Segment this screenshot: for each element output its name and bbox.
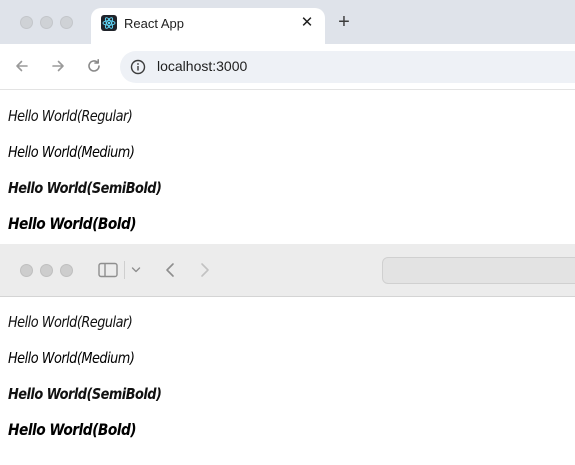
reload-icon bbox=[88, 59, 100, 72]
url-text: localhost:3000 bbox=[157, 58, 248, 74]
reload-button[interactable] bbox=[84, 56, 104, 76]
chevron-left-icon bbox=[166, 263, 174, 277]
minimize-window-button[interactable] bbox=[40, 16, 53, 29]
hello-world-medium: Hello World(Medium) bbox=[8, 143, 135, 161]
hello-world-bold: Hello World(Bold) bbox=[8, 214, 137, 233]
sidebar-icon bbox=[98, 262, 118, 278]
close-tab-button[interactable]: ✕ bbox=[298, 14, 316, 32]
back-button[interactable] bbox=[160, 260, 180, 280]
hello-world-medium: Hello World(Medium) bbox=[8, 349, 135, 367]
close-window-button[interactable] bbox=[20, 264, 33, 277]
address-bar[interactable] bbox=[382, 257, 575, 284]
address-bar[interactable]: localhost:3000 bbox=[120, 51, 575, 83]
chrome-page-content: Hello World(Regular) Hello World(Medium)… bbox=[0, 91, 575, 244]
chevron-right-icon bbox=[201, 263, 209, 277]
zoom-window-button[interactable] bbox=[60, 16, 73, 29]
hello-world-regular: Hello World(Regular) bbox=[8, 107, 133, 125]
hello-world-regular: Hello World(Regular) bbox=[8, 313, 133, 331]
tab-title: React App bbox=[124, 16, 184, 31]
chrome-window: React App ✕ + localhost:3000 Hello World… bbox=[0, 0, 575, 244]
sidebar-menu-button[interactable] bbox=[129, 264, 143, 276]
back-button[interactable] bbox=[12, 56, 32, 76]
sidebar-button[interactable] bbox=[97, 261, 119, 279]
chevron-down-icon bbox=[131, 267, 141, 273]
safari-window: Hello World(Regular) Hello World(Medium)… bbox=[0, 244, 575, 465]
tab-react-app[interactable]: React App ✕ bbox=[91, 8, 325, 44]
react-logo-icon bbox=[101, 15, 117, 31]
safari-toolbar bbox=[0, 244, 575, 297]
new-tab-button[interactable]: + bbox=[335, 12, 353, 32]
arrow-right-icon bbox=[52, 60, 64, 72]
forward-button[interactable] bbox=[195, 260, 215, 280]
forward-button[interactable] bbox=[48, 56, 68, 76]
minimize-window-button[interactable] bbox=[40, 264, 53, 277]
info-icon[interactable] bbox=[130, 59, 146, 75]
hello-world-semibold: Hello World(SemiBold) bbox=[8, 385, 162, 403]
close-window-button[interactable] bbox=[20, 16, 33, 29]
arrow-left-icon bbox=[16, 60, 28, 72]
safari-page-content: Hello World(Regular) Hello World(Medium)… bbox=[0, 297, 575, 465]
zoom-window-button[interactable] bbox=[60, 264, 73, 277]
chrome-toolbar: localhost:3000 bbox=[0, 44, 575, 90]
chrome-tab-bar: React App ✕ + bbox=[0, 0, 575, 44]
hello-world-semibold: Hello World(SemiBold) bbox=[8, 179, 162, 197]
hello-world-bold: Hello World(Bold) bbox=[8, 420, 137, 439]
toolbar-divider bbox=[124, 261, 125, 279]
